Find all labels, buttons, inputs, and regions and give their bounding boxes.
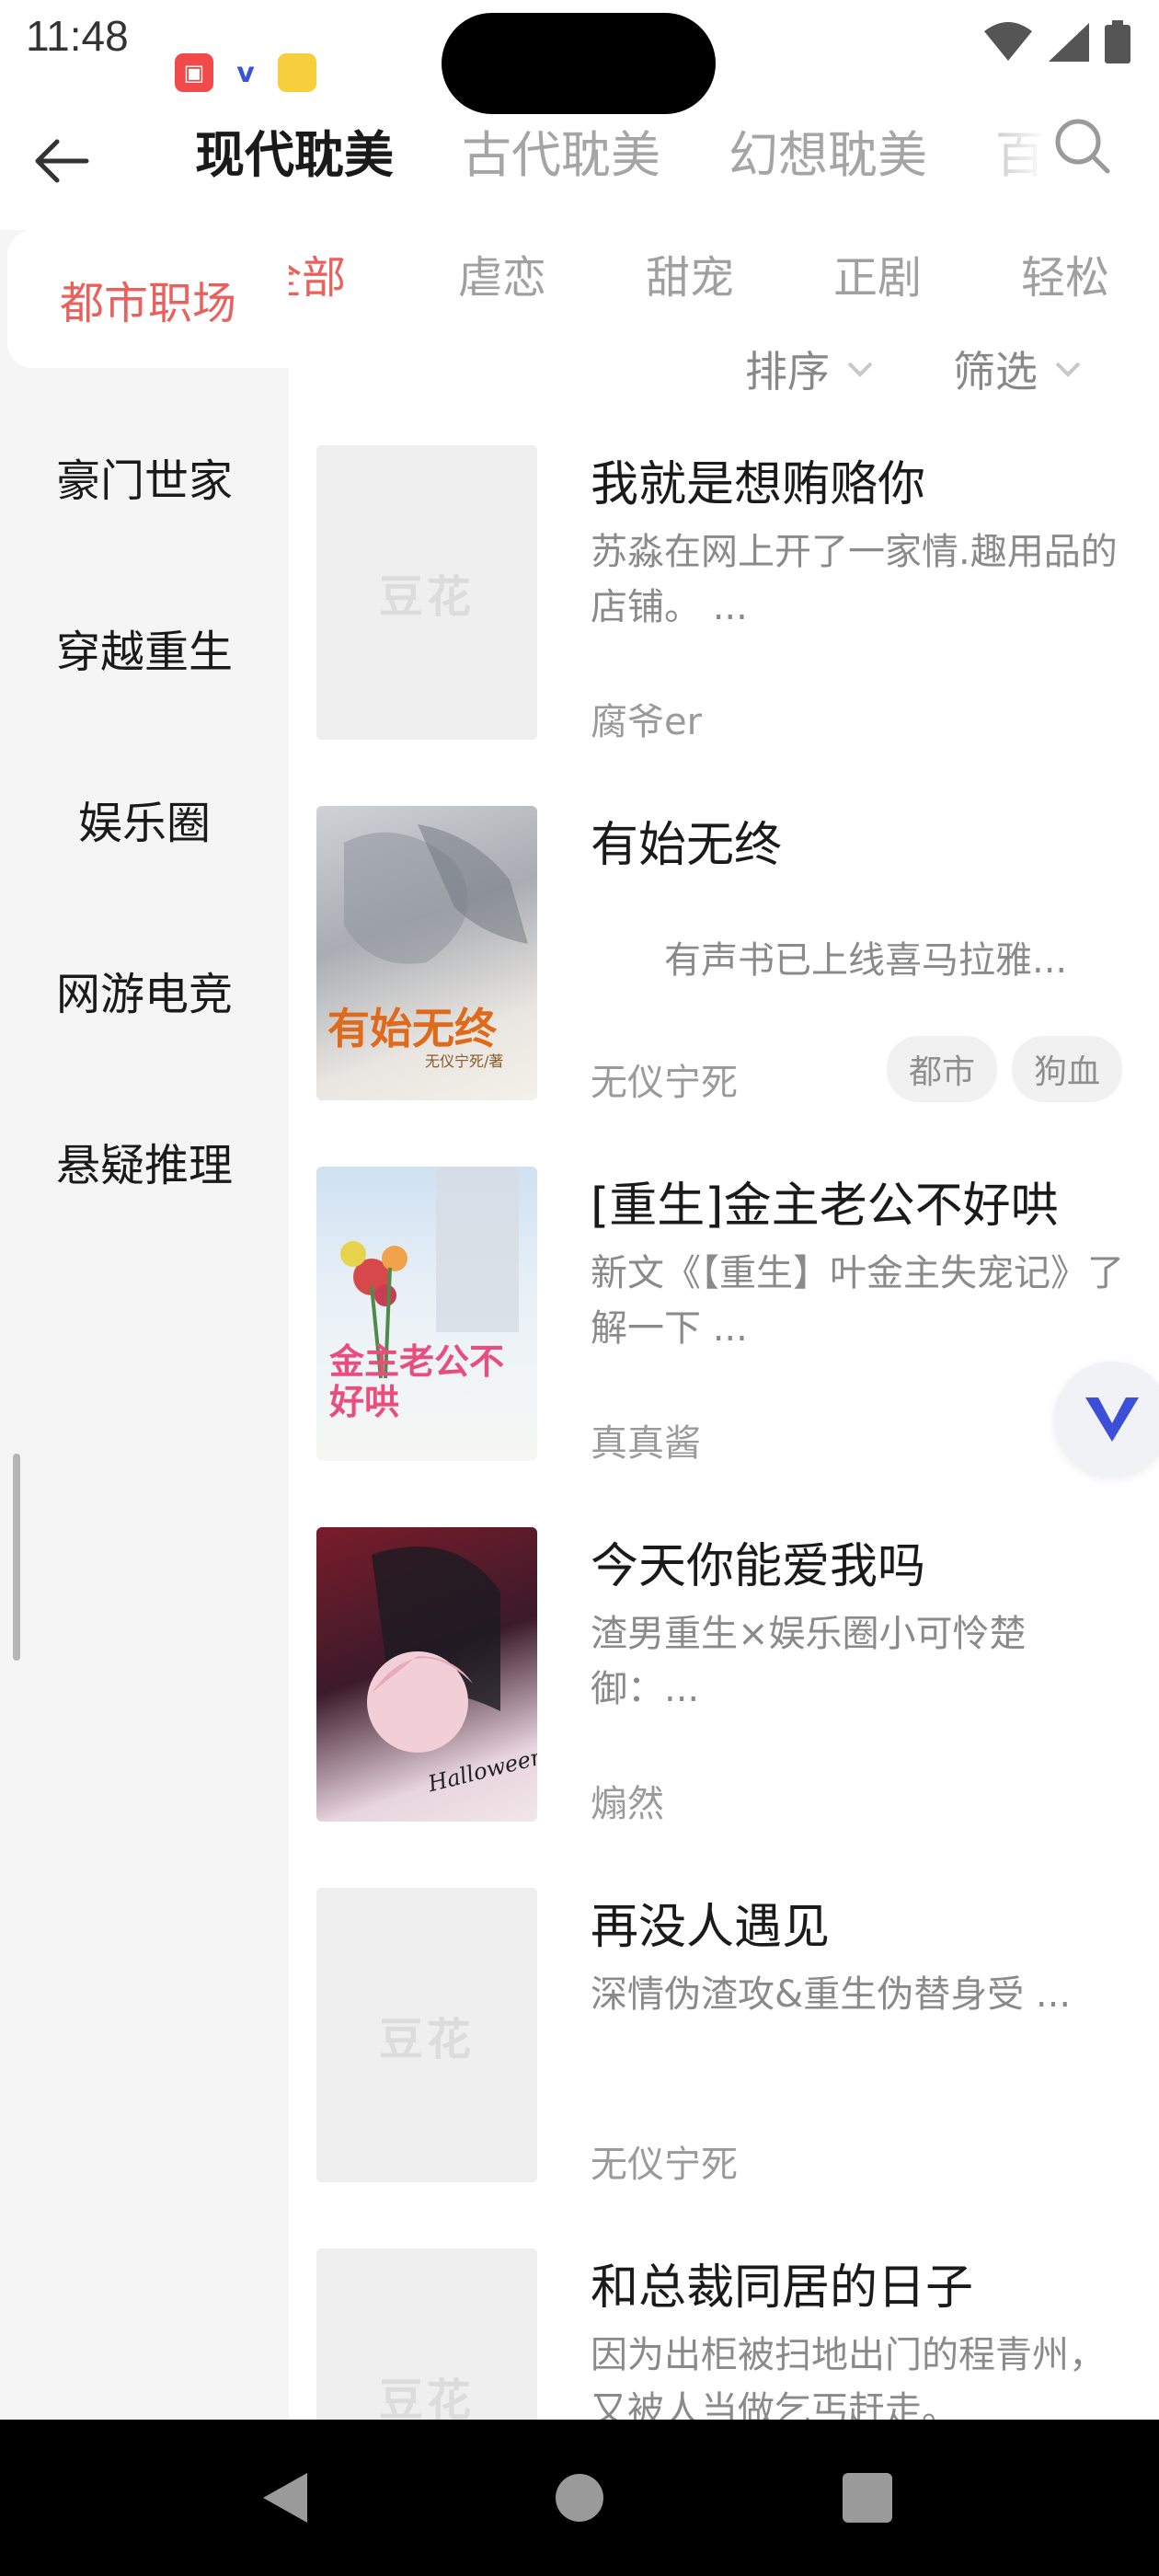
book-item[interactable]: 豆花 和总裁同居的日子 因为出柜被扫地出门的程青州，又被人当做乞丐赶走。 bbox=[316, 2248, 1144, 2420]
sidebar-item-mystery[interactable]: 悬疑推理 bbox=[0, 1092, 289, 1230]
sidebar-item-urban-workplace[interactable]: 都市职场 bbox=[7, 230, 289, 368]
category-sidebar: 都市职场 豪门世家 穿越重生 娱乐圈 网游电竞 悬疑推理 bbox=[0, 230, 289, 2420]
subtab-light[interactable]: 轻松 bbox=[1021, 241, 1109, 305]
cover-placeholder-logo: 豆花 bbox=[378, 571, 475, 623]
book-item[interactable]: Halloween 今天你能爱我吗 渣男重生×娱乐圈小可怜楚御：... 煽然 bbox=[316, 1527, 1144, 1831]
book-cover[interactable]: 豆花 bbox=[316, 1888, 537, 2182]
book-cover[interactable]: 豆花 bbox=[316, 445, 537, 740]
book-item[interactable]: 有始无终 无仪宁死/著 有始无终 有声书已上线喜马拉雅... 无仪宁死 都市 狗… bbox=[316, 806, 1144, 1110]
chevron-down-icon bbox=[847, 362, 873, 377]
nav-back-icon[interactable] bbox=[254, 2466, 318, 2530]
signal-icon bbox=[1049, 23, 1089, 62]
book-description: 有声书已上线喜马拉雅... bbox=[591, 939, 1068, 982]
book-title[interactable]: 再没人遇见 bbox=[591, 1888, 1142, 1957]
folder-notification-icon bbox=[278, 53, 316, 92]
camera-cutout bbox=[442, 13, 716, 114]
chevron-down-icon bbox=[1055, 362, 1081, 377]
book-title[interactable]: [重生]金主老公不好哄 bbox=[591, 1167, 1142, 1236]
back-arrow-icon[interactable] bbox=[29, 129, 94, 193]
filter-label: 筛选 bbox=[953, 347, 1038, 397]
sort-dropdown[interactable]: 排序 bbox=[745, 339, 874, 399]
subcategory-tabs: 全部 虐恋 甜宠 正剧 轻松 bbox=[289, 230, 1159, 313]
genre-tabs: 现代耽美 古代耽美 幻想耽美 百 bbox=[195, 114, 1045, 187]
book-description: 苏淼在网上开了一家情.趣用品的店铺。 ... bbox=[591, 531, 1118, 628]
sort-label: 排序 bbox=[745, 347, 830, 397]
subtab-sweet[interactable]: 甜宠 bbox=[646, 241, 734, 305]
cover-placeholder-logo: 豆花 bbox=[378, 2375, 475, 2420]
top-header: 现代耽美 古代耽美 幻想耽美 百 bbox=[0, 101, 1159, 221]
tab-ancient[interactable]: 古代耽美 bbox=[462, 114, 660, 187]
sort-filter-bar: 排序 筛选 bbox=[289, 331, 1159, 405]
sidebar-scrollbar[interactable] bbox=[13, 1454, 20, 1661]
nav-home-icon[interactable] bbox=[547, 2466, 612, 2530]
book-item[interactable]: 金主老公不好哄 [重生]金主老公不好哄 新文《【重生】叶金主失宠记》了解一下 .… bbox=[316, 1167, 1144, 1470]
app-notification-icon: ▣ bbox=[175, 53, 213, 92]
book-tag[interactable]: 都市 bbox=[886, 1036, 997, 1102]
wifi-icon bbox=[984, 22, 1032, 61]
status-time: 11:48 bbox=[26, 12, 129, 60]
filter-dropdown[interactable]: 筛选 bbox=[953, 339, 1082, 399]
book-cover[interactable]: 豆花 bbox=[316, 2248, 537, 2420]
cover-author-text: 无仪宁死/著 bbox=[425, 1052, 504, 1070]
book-tags: 都市 狗血 bbox=[886, 1036, 1122, 1102]
book-item[interactable]: 豆花 我就是想贿赂你 苏淼在网上开了一家情.趣用品的店铺。 ... 腐爷er bbox=[316, 445, 1144, 749]
book-author: 煽然 bbox=[591, 1783, 664, 1825]
book-author: 真真酱 bbox=[591, 1422, 701, 1465]
book-description: 因为出柜被扫地出门的程青州，又被人当做乞丐赶走。 bbox=[591, 2334, 1106, 2420]
cover-title-text: 有始无终 bbox=[327, 1004, 497, 1053]
v-notification-icon: v bbox=[236, 56, 255, 89]
status-bar: 11:48 ▣ v bbox=[0, 0, 1159, 114]
sidebar-item-time-travel-rebirth[interactable]: 穿越重生 bbox=[0, 579, 289, 717]
tab-modern[interactable]: 现代耽美 bbox=[195, 114, 394, 187]
book-item[interactable]: 豆花 再没人遇见 深情伪渣攻&重生伪替身受 ... 无仪宁死 bbox=[316, 1888, 1144, 2191]
book-author: 无仪宁死 bbox=[591, 2144, 738, 2186]
book-description: 新文《【重生】叶金主失宠记》了解一下 ... bbox=[591, 1252, 1124, 1350]
v-logo-icon bbox=[1085, 1397, 1139, 1442]
search-icon[interactable] bbox=[1049, 112, 1115, 178]
battery-icon bbox=[1105, 20, 1130, 63]
system-nav-bar bbox=[0, 2420, 1159, 2576]
book-description: 渣男重生×娱乐圈小可怜楚御：... bbox=[591, 1613, 1027, 1710]
book-author: 腐爷er bbox=[591, 701, 703, 743]
nav-recents-icon[interactable] bbox=[835, 2466, 900, 2530]
cover-placeholder-logo: 豆花 bbox=[378, 2014, 475, 2065]
tab-fantasy[interactable]: 幻想耽美 bbox=[729, 114, 927, 187]
book-title[interactable]: 我就是想贿赂你 bbox=[591, 445, 1142, 514]
book-tag[interactable]: 狗血 bbox=[1011, 1036, 1122, 1102]
notification-icons: ▣ v bbox=[175, 53, 316, 92]
book-cover[interactable]: 金主老公不好哄 bbox=[316, 1167, 537, 1461]
system-icons bbox=[982, 20, 1131, 64]
book-cover[interactable]: Halloween bbox=[316, 1527, 537, 1822]
sidebar-item-entertainment[interactable]: 娱乐圈 bbox=[0, 750, 289, 888]
book-title[interactable]: 和总裁同居的日子 bbox=[591, 2248, 1142, 2317]
book-description: 深情伪渣攻&重生伪替身受 ... bbox=[591, 1973, 1072, 2016]
subtab-angst[interactable]: 虐恋 bbox=[458, 241, 546, 305]
book-title[interactable]: 有始无终 bbox=[591, 806, 1142, 875]
book-author: 无仪宁死 bbox=[591, 1062, 738, 1104]
book-cover[interactable]: 有始无终 无仪宁死/著 bbox=[316, 806, 537, 1100]
book-title[interactable]: 今天你能爱我吗 bbox=[591, 1527, 1142, 1596]
sidebar-item-wealthy-family[interactable]: 豪门世家 bbox=[0, 408, 289, 546]
sidebar-item-esports[interactable]: 网游电竞 bbox=[0, 921, 289, 1059]
subtab-drama[interactable]: 正剧 bbox=[833, 241, 922, 305]
floating-v-button[interactable] bbox=[1054, 1362, 1159, 1478]
subtab-all[interactable]: 全部 bbox=[289, 241, 346, 305]
cover-title-text: 金主老公不好哄 bbox=[329, 1340, 505, 1422]
